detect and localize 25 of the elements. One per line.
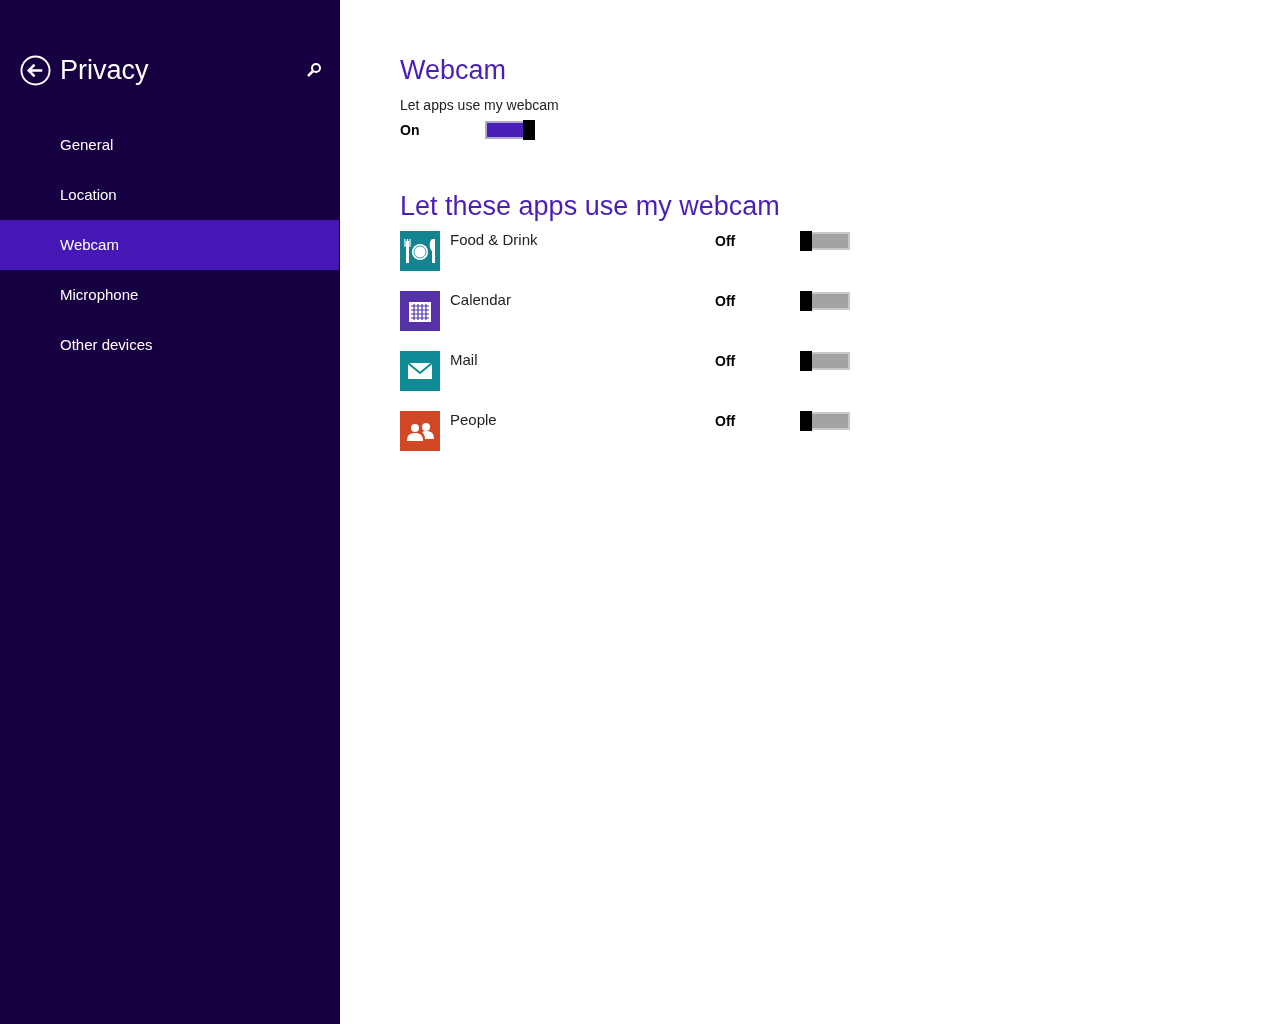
back-icon[interactable]: [20, 54, 51, 86]
section-heading: Webcam: [400, 54, 508, 87]
setting-label: Let apps use my webcam: [400, 96, 559, 115]
toggle-state: Off: [715, 292, 737, 311]
toggle-state: Off: [715, 352, 737, 371]
toggle-state: Off: [715, 232, 737, 251]
toggle-switch[interactable]: [800, 411, 850, 431]
toggle-switch[interactable]: [800, 231, 850, 251]
toggle-switch[interactable]: [800, 351, 850, 371]
app-name: Food & Drink: [450, 230, 539, 250]
section-heading: Let these apps use my webcam: [400, 190, 780, 223]
toggle-state: On: [400, 120, 421, 140]
toggle-switch[interactable]: [800, 291, 850, 311]
toggle-state: Off: [715, 412, 737, 431]
nav-item[interactable]: Webcam: [0, 220, 339, 270]
app-name: Mail: [450, 350, 479, 370]
app-name: Calendar: [450, 290, 512, 310]
search-icon[interactable]: [306, 62, 322, 78]
nav-item[interactable]: General: [0, 120, 339, 170]
nav-item[interactable]: Location: [0, 170, 339, 220]
nav-item[interactable]: Microphone: [0, 270, 339, 320]
page-title: Privacy: [60, 53, 149, 87]
nav-item[interactable]: Other devices: [0, 320, 339, 370]
toggle-switch[interactable]: [485, 120, 535, 140]
app-name: People: [450, 410, 498, 430]
